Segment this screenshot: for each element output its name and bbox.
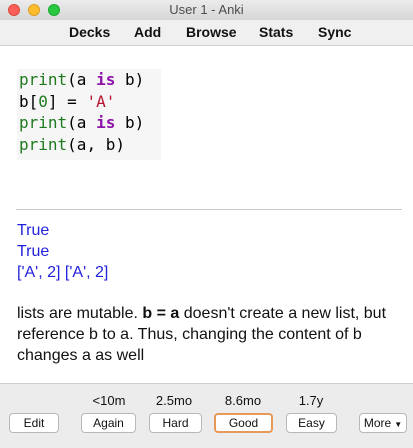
code-token: print bbox=[19, 113, 68, 132]
chevron-down-icon: ▼ bbox=[394, 420, 403, 429]
hard-button[interactable]: Hard bbox=[149, 413, 202, 433]
toolbar-decks[interactable]: Decks bbox=[69, 24, 110, 40]
code-keyword: is bbox=[96, 70, 116, 89]
interval-hard: 2.5mo bbox=[155, 393, 193, 408]
code-block: print(a is b) b[0] = 'A' print(a is b) p… bbox=[17, 69, 161, 160]
code-token: print bbox=[19, 134, 68, 154]
code-token: b) bbox=[115, 70, 145, 89]
toolbar-add[interactable]: Add bbox=[134, 24, 161, 40]
interval-again: <10m bbox=[92, 393, 126, 408]
code-string: 'A' bbox=[86, 91, 116, 111]
window-title: User 1 - Anki bbox=[169, 2, 244, 17]
code-line-1: print(a is b) bbox=[17, 69, 161, 91]
more-label: More bbox=[363, 416, 392, 430]
code-number: 0 bbox=[38, 91, 48, 111]
answer-bar bbox=[0, 383, 413, 448]
code-line-2: b[0] = 'A' bbox=[17, 91, 161, 113]
answer-divider bbox=[16, 209, 402, 210]
output-line-3: ['A', 2] ['A', 2] bbox=[17, 264, 109, 281]
code-token: ] = bbox=[47, 91, 87, 111]
toolbar-browse[interactable]: Browse bbox=[186, 24, 237, 40]
explanation-bold: b = a bbox=[142, 305, 180, 322]
main-toolbar: Decks Add Browse Stats Sync bbox=[0, 20, 413, 46]
explanation-text: lists are mutable. b = a doesn't create … bbox=[17, 303, 407, 366]
output-line-2: True bbox=[17, 243, 50, 260]
edit-button[interactable]: Edit bbox=[9, 413, 59, 433]
code-token: b[ bbox=[19, 91, 39, 111]
again-button[interactable]: Again bbox=[81, 413, 136, 433]
code-token: (a bbox=[67, 113, 97, 132]
title-bar: User 1 - Anki bbox=[0, 0, 413, 21]
code-keyword: is bbox=[96, 113, 116, 132]
output-line-1: True bbox=[17, 222, 50, 239]
interval-easy: 1.7y bbox=[298, 393, 324, 408]
code-token: print bbox=[19, 70, 68, 89]
code-token: (a, b) bbox=[67, 134, 125, 154]
code-token: b) bbox=[115, 113, 145, 132]
code-token: (a bbox=[67, 70, 97, 89]
toolbar-sync[interactable]: Sync bbox=[318, 24, 351, 40]
interval-good: 8.6mo bbox=[224, 393, 262, 408]
explanation-part: lists are mutable. bbox=[17, 305, 143, 322]
code-line-3: print(a is b) bbox=[17, 112, 161, 134]
toolbar-stats[interactable]: Stats bbox=[259, 24, 293, 40]
more-button[interactable]: More ▼ bbox=[359, 413, 407, 433]
code-line-4: print(a, b) bbox=[17, 134, 161, 156]
good-button[interactable]: Good bbox=[214, 413, 273, 433]
easy-button[interactable]: Easy bbox=[286, 413, 337, 433]
